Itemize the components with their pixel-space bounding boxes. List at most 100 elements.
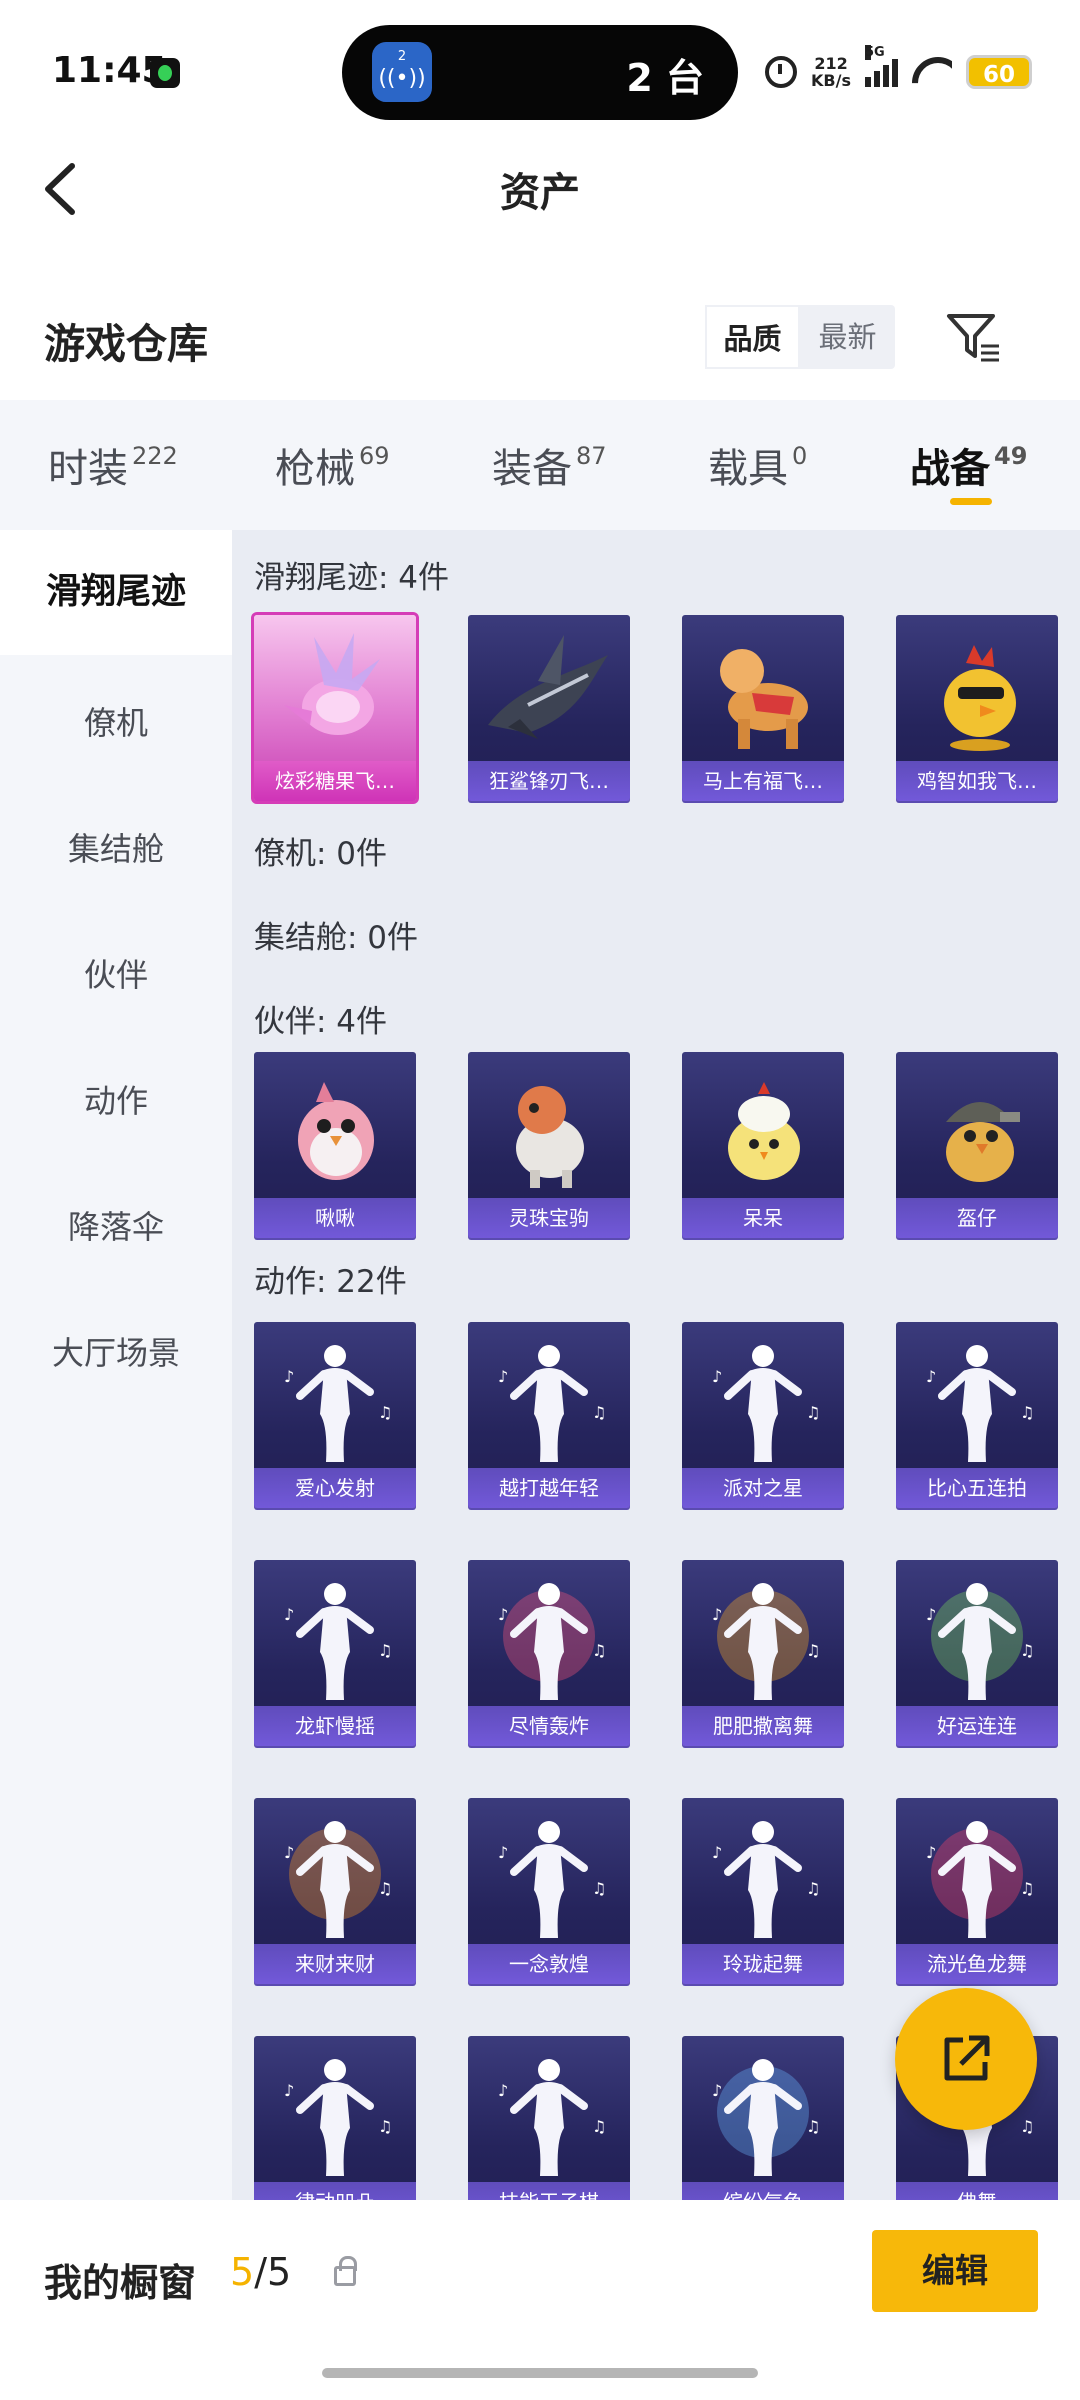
item-card[interactable]: 啾啾 xyxy=(254,1052,416,1238)
tab-label: 战备 xyxy=(910,446,990,492)
svg-text:♫: ♫ xyxy=(592,1879,606,1898)
svg-text:♪: ♪ xyxy=(284,1605,294,1624)
wifi-icon xyxy=(912,57,952,87)
device-count: 2 台 xyxy=(626,56,704,100)
tab-count: 87 xyxy=(576,442,607,470)
item-card[interactable]: ♪ ♫ 派对之星 xyxy=(682,1322,844,1508)
tab-equipment[interactable]: 装备 87 xyxy=(492,436,607,494)
section-title-emote: 动作: 22件 xyxy=(254,1264,407,1300)
item-card[interactable]: 马上有福飞… xyxy=(682,615,844,801)
item-card[interactable]: ♪ ♫ 爱心发射 xyxy=(254,1322,416,1508)
item-card[interactable]: ♪ ♫ 玲珑起舞 xyxy=(682,1798,844,1984)
svg-text:♫: ♫ xyxy=(592,1641,606,1660)
dancer-silhouette-art: ♪ ♫ xyxy=(284,2059,392,2176)
item-card[interactable]: ♪ ♫ 越打越年轻 xyxy=(468,1322,630,1508)
item-card[interactable]: ♪ ♫ 律动凹凸 xyxy=(254,2036,416,2222)
item-name: 派对之星 xyxy=(682,1468,844,1508)
dancer-silhouette-art: ♪ ♫ xyxy=(498,2059,606,2176)
item-card[interactable]: ♪ ♫ 一念敦煌 xyxy=(468,1798,630,1984)
item-name: 啾啾 xyxy=(254,1198,416,1238)
tab-label: 枪械 xyxy=(275,446,355,492)
svg-text:♫: ♫ xyxy=(378,1879,392,1898)
item-card[interactable]: ♪ ♫ 比心五连拍 xyxy=(896,1322,1058,1508)
shark-trail-art xyxy=(488,635,608,739)
dancer-silhouette-art: ♪ ♫ xyxy=(498,1821,606,1938)
battery-icon: 60 xyxy=(966,55,1032,89)
sidebar-item-lobby-scene[interactable]: 大厅场景 xyxy=(0,1328,232,1374)
svg-text:♪: ♪ xyxy=(498,2081,508,2100)
status-bar: 11:45 2 ((•)) 2 台 212 KB/s 5G 60 xyxy=(0,0,1080,140)
share-icon xyxy=(944,2035,990,2081)
item-card[interactable]: 鸡智如我飞… xyxy=(896,615,1058,801)
item-name: 灵珠宝驹 xyxy=(468,1198,630,1238)
section-title-rally-pod: 集结舱: 0件 xyxy=(254,920,419,956)
item-card[interactable]: ♪ ♫ 流光鱼龙舞 xyxy=(896,1798,1058,1984)
share-button[interactable] xyxy=(895,1988,1037,2130)
sort-by-quality-button[interactable]: 品质 xyxy=(705,305,800,369)
item-name: 一念敦煌 xyxy=(468,1944,630,1984)
item-name: 比心五连拍 xyxy=(896,1468,1058,1508)
dynamic-island[interactable]: 2 ((•)) 2 台 xyxy=(342,25,738,120)
home-indicator[interactable] xyxy=(322,2368,758,2378)
svg-text:♪: ♪ xyxy=(712,1605,722,1624)
dancer-silhouette-art: ♪ ♫ xyxy=(498,1345,606,1462)
item-name: 呆呆 xyxy=(682,1198,844,1238)
item-card[interactable]: 呆呆 xyxy=(682,1052,844,1238)
sidebar: 滑翔尾迹 僚机 集结舱 伙伴 动作 降落伞 大厅场景 xyxy=(0,530,232,2200)
sidebar-item-rally-pod[interactable]: 集结舱 xyxy=(0,824,232,870)
tab-label: 装备 xyxy=(492,446,572,492)
sidebar-item-parachute[interactable]: 降落伞 xyxy=(0,1202,232,1248)
lock-icon[interactable] xyxy=(334,2256,357,2286)
pink-bird-partner-art xyxy=(298,1082,374,1180)
section-title-glide-trail: 滑翔尾迹: 4件 xyxy=(254,560,450,596)
pearl-horse-partner-art xyxy=(516,1086,584,1188)
svg-text:♫: ♫ xyxy=(806,1641,820,1660)
item-card[interactable]: 灵珠宝驹 xyxy=(468,1052,630,1238)
item-card[interactable]: ♪ ♫ 肥肥撒离舞 xyxy=(682,1560,844,1746)
dancer-silhouette-art: ♪ ♫ xyxy=(284,1345,392,1462)
item-card[interactable]: ♪ ♫ 来财来财 xyxy=(254,1798,416,1984)
showcase-count: 5/5 xyxy=(230,2250,291,2294)
svg-text:♫: ♫ xyxy=(592,2117,606,2136)
alarm-icon xyxy=(765,56,798,88)
item-card[interactable]: ♪ ♫ 缤纷气鱼 xyxy=(682,2036,844,2222)
sidebar-item-glide-trail[interactable]: 滑翔尾迹 xyxy=(0,530,232,655)
svg-text:♪: ♪ xyxy=(926,1605,936,1624)
item-name: 肥肥撒离舞 xyxy=(682,1706,844,1746)
filter-icon[interactable] xyxy=(945,312,1001,364)
tab-vehicles[interactable]: 载具 0 xyxy=(708,436,807,494)
sidebar-item-wingman[interactable]: 僚机 xyxy=(0,698,232,744)
item-card[interactable]: 狂鲨锋刃飞… xyxy=(468,615,630,801)
dancer-silhouette-art: ♪ ♫ xyxy=(926,1821,1034,1938)
chicken-trail-art xyxy=(944,645,1016,751)
item-card[interactable]: 盔仔 xyxy=(896,1052,1058,1238)
category-tabs: 时装 222 枪械 69 装备 87 载具 0 战备 49 xyxy=(0,400,1080,530)
svg-text:♫: ♫ xyxy=(806,1879,820,1898)
svg-text:♫: ♫ xyxy=(378,1403,392,1422)
tab-battle-gear[interactable]: 战备 49 xyxy=(910,436,1027,494)
item-card[interactable]: ♪ ♫ 尽情轰炸 xyxy=(468,1560,630,1746)
svg-text:♫: ♫ xyxy=(1020,1403,1034,1422)
item-name: 来财来财 xyxy=(254,1944,416,1984)
svg-text:♪: ♪ xyxy=(498,1367,508,1386)
page-title: 资产 xyxy=(500,170,580,216)
dancer-silhouette-art: ♪ ♫ xyxy=(284,1583,392,1700)
cast-device-icon: 2 ((•)) xyxy=(372,42,432,102)
tab-firearms[interactable]: 枪械 69 xyxy=(275,436,390,494)
svg-text:♫: ♫ xyxy=(592,1403,606,1422)
item-card[interactable]: ♪ ♫ 技能王子棋 xyxy=(468,2036,630,2222)
network-type: 5G xyxy=(865,45,885,60)
edit-button[interactable]: 编辑 xyxy=(872,2230,1038,2312)
active-tab-indicator xyxy=(950,498,992,505)
sidebar-item-partner[interactable]: 伙伴 xyxy=(0,950,232,996)
page-header: 资产 xyxy=(0,140,1080,236)
item-card[interactable]: ♪ ♫ 好运连连 xyxy=(896,1560,1058,1746)
sidebar-item-emote[interactable]: 动作 xyxy=(0,1076,232,1122)
item-card[interactable]: 炫彩糖果飞… xyxy=(254,615,416,801)
svg-text:♪: ♪ xyxy=(284,1367,294,1386)
tab-fashion[interactable]: 时装 222 xyxy=(48,436,178,494)
item-list: 滑翔尾迹: 4件 炫彩糖果飞… 狂鲨锋刃飞… 马上有福飞… 鸡智如我飞… 僚机:… xyxy=(232,530,1080,2222)
sort-by-newest-button[interactable]: 最新 xyxy=(800,305,895,369)
dancer-silhouette-art: ♪ ♫ xyxy=(926,1583,1034,1700)
item-card[interactable]: ♪ ♫ 龙虾慢摇 xyxy=(254,1560,416,1746)
